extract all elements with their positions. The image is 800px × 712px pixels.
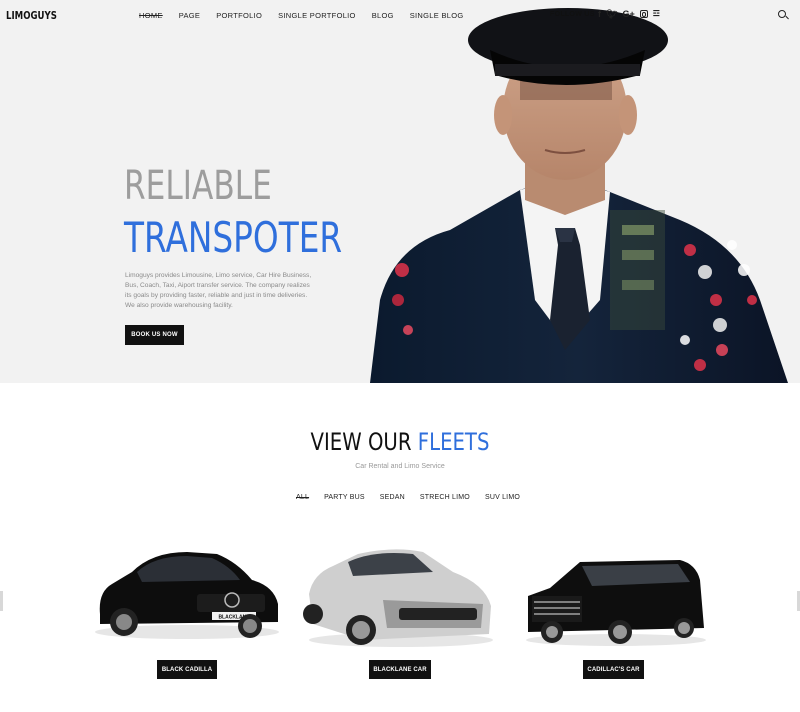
- filter-sedan[interactable]: SEDAN: [380, 494, 405, 501]
- fleets-subtitle: Car Rental and Limo Service: [355, 463, 445, 470]
- nav-item-page[interactable]: PAGE: [179, 11, 200, 20]
- slider-prev-arrow[interactable]: [0, 591, 3, 611]
- fleets-title: VIEW OUR FLEETS: [72, 428, 728, 456]
- car-image-blacklane-car[interactable]: [303, 544, 495, 650]
- car-label-black-cadilla[interactable]: BLACK CADILLA: [157, 660, 217, 679]
- car-label-blacklane-car[interactable]: BLACKLANE CAR: [369, 660, 431, 679]
- fleets-title-accent: FLEETS: [417, 428, 490, 456]
- google-plus-icon[interactable]: G+: [622, 8, 634, 20]
- hero-title-line2: TRANSPOTER: [124, 213, 343, 262]
- filter-suv-limo[interactable]: SUV LIMO: [485, 494, 520, 501]
- hero-description: Limoguys provides Limousine, Limo servic…: [125, 272, 312, 309]
- instagram-icon[interactable]: [639, 10, 648, 18]
- car-image-cadillacs-car[interactable]: [520, 556, 708, 648]
- nav-item-portfolio[interactable]: PORTFOLIO: [216, 11, 262, 20]
- hero-title-line1: RELIABLE: [124, 163, 272, 209]
- site-logo[interactable]: LIMOGUYS: [6, 9, 57, 22]
- fleets-title-prefix: VIEW OUR: [310, 428, 412, 456]
- filter-party-bus[interactable]: PARTY BUS: [324, 494, 365, 501]
- twitter-icon[interactable]: 🐦︎: [606, 8, 617, 20]
- fleet-filters: ALL PARTY BUS SEDAN STRECH LIMO SUV LIMO: [296, 494, 535, 501]
- book-us-now-button[interactable]: BOOK US NOW: [125, 325, 184, 345]
- nav-item-home[interactable]: HOME: [139, 11, 163, 20]
- chauffeur-image: [370, 8, 788, 383]
- hero-section: LIMOGUYS HOME PAGE PORTFOLIO SINGLE PORT…: [0, 0, 800, 383]
- car-image-black-cadilla[interactable]: BLACKLANE: [92, 542, 282, 642]
- follow-us-label: FOLLOW US: [550, 11, 595, 18]
- facebook-icon[interactable]: f: [598, 8, 601, 20]
- nav-item-single-portfolio[interactable]: SINGLE PORTFOLIO: [278, 11, 356, 20]
- search-icon[interactable]: [778, 10, 788, 20]
- filter-strech-limo[interactable]: STRECH LIMO: [420, 494, 470, 501]
- rss-icon[interactable]: ☲: [653, 8, 660, 20]
- filter-all[interactable]: ALL: [296, 494, 309, 501]
- social-links: f 🐦︎ G+ ☲: [598, 8, 660, 20]
- car-label-cadillacs-car[interactable]: CADILLAC'S CAR: [583, 660, 644, 679]
